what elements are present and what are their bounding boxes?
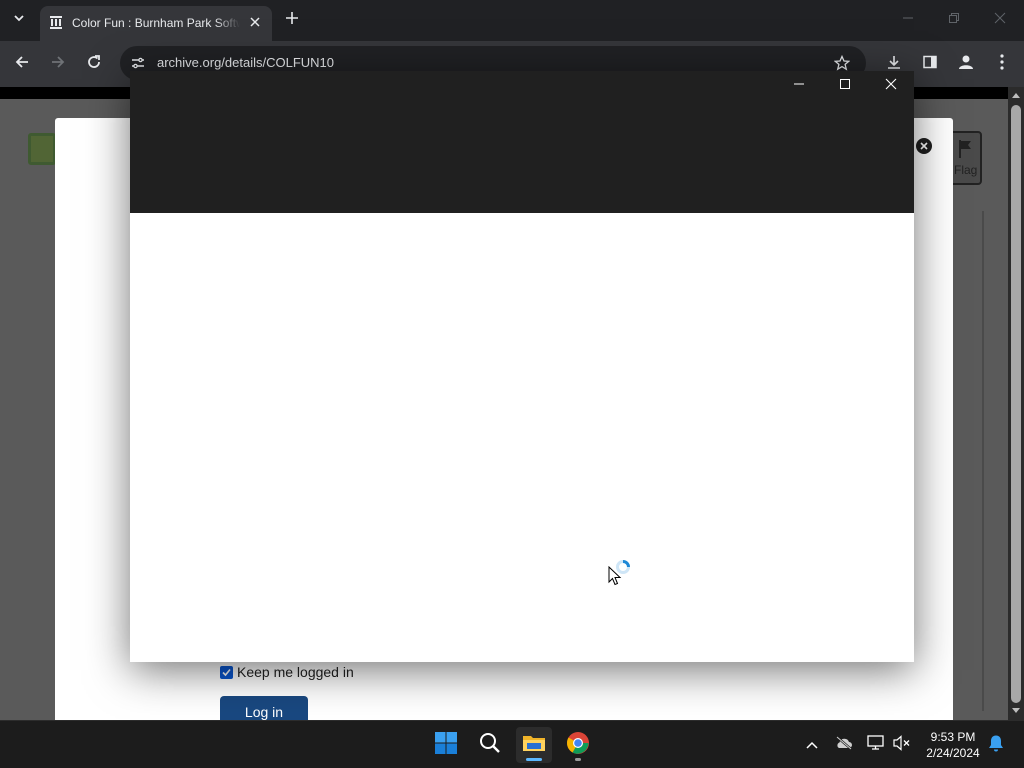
volume-muted-icon xyxy=(893,734,911,756)
popup-window xyxy=(130,71,914,662)
modal-close-button[interactable] xyxy=(916,138,932,154)
browser-close-button[interactable] xyxy=(986,6,1014,34)
minimize-icon xyxy=(793,77,805,95)
arrow-right-icon xyxy=(50,54,66,75)
archive-favicon-icon xyxy=(49,15,63,29)
close-icon xyxy=(994,11,1006,29)
running-app-indicator xyxy=(575,758,581,761)
bell-icon xyxy=(988,734,1004,757)
show-hidden-icons-button[interactable] xyxy=(802,735,822,755)
chevron-down-icon xyxy=(13,11,25,29)
browser-tab-active[interactable]: Color Fun : Burnham Park Software xyxy=(40,6,272,41)
chevron-up-icon xyxy=(806,736,818,754)
clock-time: 9:53 PM xyxy=(930,730,976,744)
popup-minimize-button[interactable] xyxy=(784,75,814,97)
cloud-offline-icon xyxy=(835,735,853,755)
kebab-menu-icon xyxy=(1000,53,1004,75)
restore-icon xyxy=(948,11,960,29)
tab-title: Color Fun : Burnham Park Software xyxy=(72,16,240,30)
maximize-icon xyxy=(839,77,851,95)
start-button[interactable] xyxy=(428,727,464,763)
onedrive-tray-button[interactable] xyxy=(834,735,854,755)
scroll-down-arrow-icon[interactable] xyxy=(1011,706,1021,716)
popup-close-button[interactable] xyxy=(876,75,906,97)
flag-icon xyxy=(958,139,974,164)
popup-content-blank xyxy=(130,213,914,662)
keep-logged-in-label: Keep me logged in xyxy=(237,664,354,680)
browser-menu-button[interactable] xyxy=(990,52,1014,76)
keep-logged-in-row: Keep me logged in xyxy=(220,663,354,681)
browser-tab-strip: Color Fun : Burnham Park Software xyxy=(0,0,1024,41)
reload-button[interactable] xyxy=(82,52,106,76)
network-monitor-icon xyxy=(867,734,885,756)
forward-button[interactable] xyxy=(46,52,70,76)
scroll-up-arrow-icon[interactable] xyxy=(1011,90,1021,100)
windows-taskbar: 9:53 PM 2/24/2024 xyxy=(0,720,1024,768)
popup-title-bar[interactable] xyxy=(130,71,914,213)
tab-close-button[interactable] xyxy=(246,13,264,31)
page-scrollbar[interactable] xyxy=(1008,87,1024,720)
chrome-taskbar-button[interactable] xyxy=(560,727,596,763)
taskbar-clock[interactable]: 9:53 PM 2/24/2024 xyxy=(920,729,986,761)
back-button[interactable] xyxy=(10,52,34,76)
floppy-disk-icon xyxy=(28,133,56,165)
windows-logo-icon xyxy=(434,731,458,760)
chrome-icon xyxy=(566,731,590,760)
person-icon xyxy=(957,53,975,76)
flag-label: Flag xyxy=(954,163,978,177)
mouse-pointer-icon xyxy=(608,565,622,586)
log-in-button[interactable]: Log in xyxy=(220,696,308,720)
browser-minimize-button[interactable] xyxy=(894,6,922,34)
url-text: archive.org/details/COLFUN10 xyxy=(157,55,335,70)
side-panel-icon xyxy=(922,54,938,75)
clock-date: 2/24/2024 xyxy=(926,746,980,760)
profile-button[interactable] xyxy=(954,52,978,76)
browser-restore-button[interactable] xyxy=(940,6,968,34)
scroll-thumb[interactable] xyxy=(1011,105,1021,703)
volume-tray-button[interactable] xyxy=(892,734,912,756)
close-icon xyxy=(885,77,897,95)
close-icon xyxy=(920,137,928,155)
file-explorer-taskbar-button[interactable] xyxy=(516,727,552,763)
plus-icon xyxy=(285,11,299,30)
bookmark-star-icon[interactable] xyxy=(832,53,852,73)
reload-icon xyxy=(86,54,102,75)
site-info-icon[interactable] xyxy=(128,53,148,73)
new-tab-button[interactable] xyxy=(282,10,302,30)
folder-icon xyxy=(522,733,546,758)
divider xyxy=(982,211,984,711)
side-panel-button[interactable] xyxy=(918,52,942,76)
notifications-button[interactable] xyxy=(986,735,1006,755)
taskbar-search-button[interactable] xyxy=(472,727,508,763)
keep-logged-in-checkbox[interactable] xyxy=(220,665,233,679)
tab-search-button[interactable] xyxy=(6,8,32,32)
search-icon xyxy=(479,732,501,759)
network-tray-button[interactable] xyxy=(866,734,886,756)
arrow-left-icon xyxy=(14,54,30,75)
active-app-indicator xyxy=(526,758,542,761)
minimize-icon xyxy=(902,11,914,29)
popup-maximize-button[interactable] xyxy=(830,75,860,97)
